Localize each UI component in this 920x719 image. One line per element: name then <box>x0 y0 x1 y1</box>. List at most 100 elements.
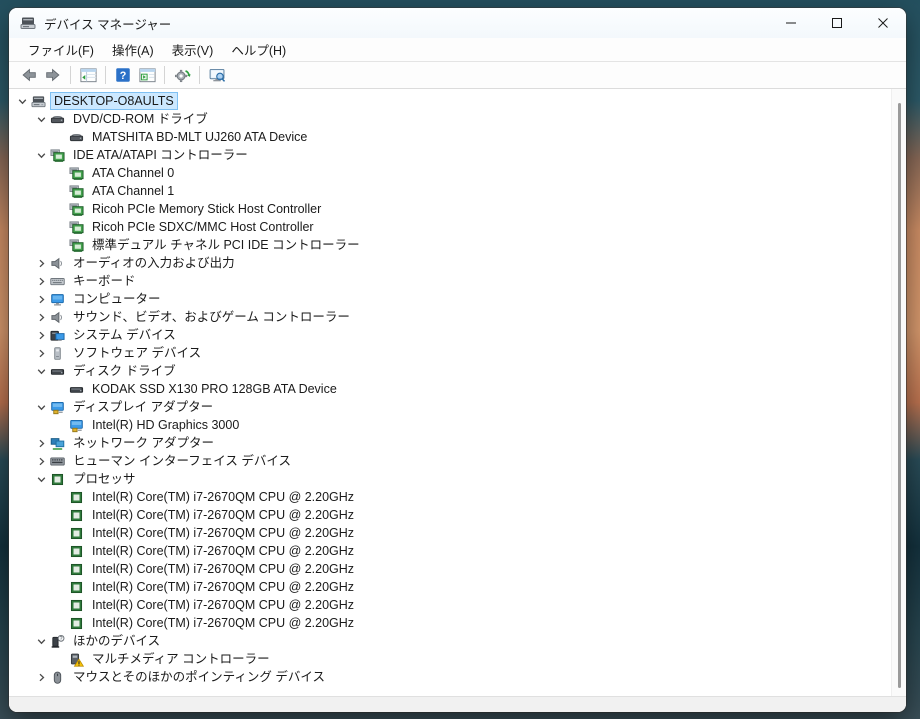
chevron-collapsed-icon[interactable] <box>33 255 49 271</box>
tree-item: DVD/CD-ROM ドライブ <box>9 110 891 128</box>
tree-item-label[interactable]: 標準デュアル チャネル PCI IDE コントローラー <box>89 237 363 253</box>
tree-item-label[interactable]: MATSHITA BD-MLT UJ260 ATA Device <box>89 129 310 145</box>
tree-item-label[interactable]: Intel(R) HD Graphics 3000 <box>89 417 242 433</box>
window-title: デバイス マネージャー <box>44 14 768 33</box>
chevron-collapsed-icon[interactable] <box>33 327 49 343</box>
tree-item-label[interactable]: サウンド、ビデオ、およびゲーム コントローラー <box>70 309 353 325</box>
minimize-button[interactable] <box>768 8 814 38</box>
chevron-collapsed-icon[interactable] <box>33 345 49 361</box>
menu-file[interactable]: ファイル(F) <box>19 38 103 61</box>
chevron-spacer <box>52 129 68 145</box>
tree-item-label[interactable]: ほかのデバイス <box>70 633 163 649</box>
tree-item-label[interactable]: Intel(R) Core(TM) i7-2670QM CPU @ 2.20GH… <box>89 615 357 631</box>
vertical-scrollbar[interactable] <box>891 89 906 696</box>
help-button[interactable]: ? <box>111 64 135 86</box>
tree-item-label[interactable]: DESKTOP-O8AULTS <box>51 93 177 109</box>
chevron-spacer <box>52 543 68 559</box>
tree-item-label[interactable]: マウスとそのほかのポインティング デバイス <box>70 669 328 685</box>
chevron-expanded-icon[interactable] <box>33 363 49 379</box>
chevron-collapsed-icon[interactable] <box>33 273 49 289</box>
chevron-collapsed-icon[interactable] <box>33 669 49 685</box>
tree-item-label[interactable]: ATA Channel 0 <box>89 165 177 181</box>
chevron-spacer <box>52 201 68 217</box>
menu-help[interactable]: ヘルプ(H) <box>222 38 295 61</box>
tree-item: Intel(R) Core(TM) i7-2670QM CPU @ 2.20GH… <box>9 488 891 506</box>
forward-arrow-button[interactable] <box>41 64 65 86</box>
tree-item-label[interactable]: Intel(R) Core(TM) i7-2670QM CPU @ 2.20GH… <box>89 543 357 559</box>
chevron-expanded-icon[interactable] <box>33 633 49 649</box>
chevron-collapsed-icon[interactable] <box>33 291 49 307</box>
processor-icon <box>68 543 84 559</box>
tree-item: Intel(R) Core(TM) i7-2670QM CPU @ 2.20GH… <box>9 596 891 614</box>
horizontal-scrollbar[interactable] <box>9 696 906 712</box>
tree-item-label[interactable]: ヒューマン インターフェイス デバイス <box>70 453 294 469</box>
chevron-spacer <box>52 381 68 397</box>
disk-drive-icon <box>49 363 65 379</box>
tree-item-label[interactable]: オーディオの入力および出力 <box>70 255 238 271</box>
chevron-spacer <box>52 561 68 577</box>
console-tree-button[interactable] <box>76 64 100 86</box>
back-arrow-button[interactable] <box>17 64 41 86</box>
action-pane-icon <box>138 66 157 85</box>
maximize-button[interactable] <box>814 8 860 38</box>
tree-item-label[interactable]: ソフトウェア デバイス <box>70 345 204 361</box>
tree-item: Ricoh PCIe Memory Stick Host Controller <box>9 200 891 218</box>
chevron-expanded-icon[interactable] <box>33 471 49 487</box>
chevron-spacer <box>52 165 68 181</box>
chevron-collapsed-icon[interactable] <box>33 435 49 451</box>
device-manager-window: デバイス マネージャー ファイル(F)操作(A)表示(V)ヘルプ(H) ? DE… <box>9 8 906 712</box>
processor-icon <box>68 597 84 613</box>
tree-item-label[interactable]: Intel(R) Core(TM) i7-2670QM CPU @ 2.20GH… <box>89 525 357 541</box>
chevron-collapsed-icon[interactable] <box>33 309 49 325</box>
chevron-spacer <box>52 417 68 433</box>
chevron-spacer <box>52 219 68 235</box>
chevron-expanded-icon[interactable] <box>33 147 49 163</box>
tree-item-label[interactable]: キーボード <box>70 273 139 289</box>
processor-icon <box>68 489 84 505</box>
ide-controller-icon <box>68 201 84 217</box>
menu-view[interactable]: 表示(V) <box>163 38 223 61</box>
tree-item-label[interactable]: Intel(R) Core(TM) i7-2670QM CPU @ 2.20GH… <box>89 597 357 613</box>
chevron-collapsed-icon[interactable] <box>33 453 49 469</box>
tree-item-label[interactable]: システム デバイス <box>70 327 179 343</box>
tree-item: コンピューター <box>9 290 891 308</box>
close-button[interactable] <box>860 8 906 38</box>
vertical-scrollbar-thumb[interactable] <box>898 103 901 688</box>
chevron-spacer <box>52 489 68 505</box>
ide-controller-icon <box>68 183 84 199</box>
tree-item-label[interactable]: IDE ATA/ATAPI コントローラー <box>70 147 251 163</box>
chevron-expanded-icon[interactable] <box>33 111 49 127</box>
tree-item-label[interactable]: マルチメディア コントローラー <box>89 651 273 667</box>
close-icon <box>877 17 889 29</box>
tree-item-label[interactable]: Ricoh PCIe Memory Stick Host Controller <box>89 201 324 217</box>
tree-item: ATA Channel 1 <box>9 182 891 200</box>
tree-item-label[interactable]: ATA Channel 1 <box>89 183 177 199</box>
tree-item: 標準デュアル チャネル PCI IDE コントローラー <box>9 236 891 254</box>
tree-item: Intel(R) Core(TM) i7-2670QM CPU @ 2.20GH… <box>9 542 891 560</box>
tree-item-label[interactable]: KODAK SSD X130 PRO 128GB ATA Device <box>89 381 340 397</box>
monitor-search-button[interactable] <box>205 64 229 86</box>
tree-item: ディスク ドライブ <box>9 362 891 380</box>
tree-item-label[interactable]: コンピューター <box>70 291 164 307</box>
chevron-expanded-icon[interactable] <box>14 93 30 109</box>
titlebar[interactable]: デバイス マネージャー <box>9 8 906 38</box>
tree-item-label[interactable]: Intel(R) Core(TM) i7-2670QM CPU @ 2.20GH… <box>89 561 357 577</box>
tree-item: MATSHITA BD-MLT UJ260 ATA Device <box>9 128 891 146</box>
gear-refresh-icon <box>173 66 192 85</box>
chevron-spacer <box>52 525 68 541</box>
tree-item-label[interactable]: ディスプレイ アダプター <box>70 399 216 415</box>
tree-item-label[interactable]: Ricoh PCIe SDXC/MMC Host Controller <box>89 219 317 235</box>
tree-item-label[interactable]: ディスク ドライブ <box>70 363 179 379</box>
tree-item-label[interactable]: Intel(R) Core(TM) i7-2670QM CPU @ 2.20GH… <box>89 507 357 523</box>
tree-item-label[interactable]: プロセッサ <box>70 471 139 487</box>
tree-item-label[interactable]: Intel(R) Core(TM) i7-2670QM CPU @ 2.20GH… <box>89 579 357 595</box>
processor-icon <box>68 507 84 523</box>
ide-controller-icon <box>49 147 65 163</box>
gear-refresh-button[interactable] <box>170 64 194 86</box>
tree-item-label[interactable]: ネットワーク アダプター <box>70 435 217 451</box>
tree-item-label[interactable]: Intel(R) Core(TM) i7-2670QM CPU @ 2.20GH… <box>89 489 357 505</box>
menu-action[interactable]: 操作(A) <box>103 38 163 61</box>
chevron-expanded-icon[interactable] <box>33 399 49 415</box>
action-pane-button[interactable] <box>135 64 159 86</box>
tree-item-label[interactable]: DVD/CD-ROM ドライブ <box>70 111 211 127</box>
